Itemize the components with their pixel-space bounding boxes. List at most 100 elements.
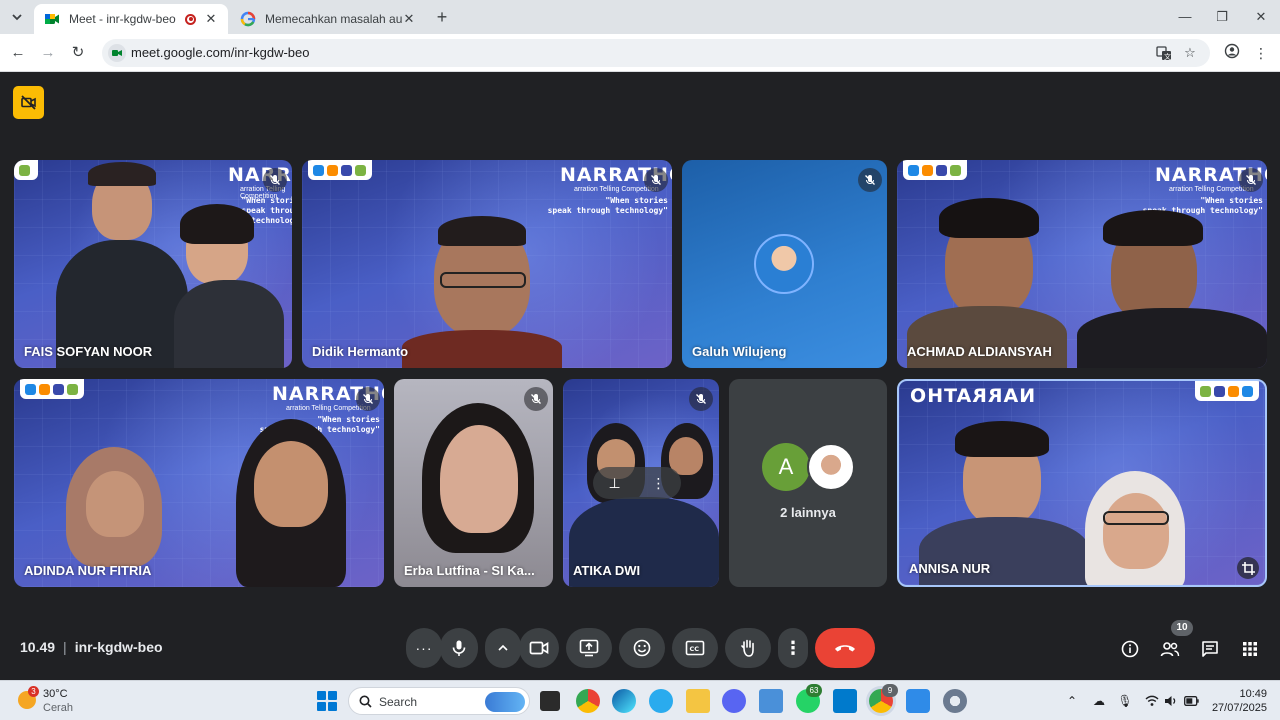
- forward-arrow-icon[interactable]: →: [37, 42, 59, 64]
- new-tab-button[interactable]: +: [432, 6, 452, 28]
- microphone-tray-icon[interactable]: 🎙: [1117, 693, 1133, 709]
- others-tile[interactable]: A 2 lainnya: [729, 379, 887, 587]
- participant-name: FAIS SOFYAN NOOR: [24, 344, 153, 359]
- chevron-down-icon: [12, 14, 22, 21]
- google-icon: [240, 11, 256, 27]
- maximize-icon[interactable]: ❐: [1207, 6, 1237, 28]
- tab-audio-help[interactable]: Memecahkan masalah audio d ✕: [230, 4, 426, 34]
- close-tab-icon[interactable]: ✕: [204, 11, 218, 27]
- chrome-profile-badge: 9: [882, 684, 898, 697]
- avatar: [807, 443, 855, 491]
- chrome-icon[interactable]: [576, 689, 600, 713]
- camera-off-badge[interactable]: [13, 86, 44, 119]
- clock-date[interactable]: 27/07/2025: [1205, 702, 1267, 714]
- close-tab-icon[interactable]: ✕: [402, 11, 416, 27]
- people-button[interactable]: [1158, 637, 1182, 661]
- participant-name: Galuh Wilujeng: [692, 344, 787, 359]
- participant-tile-atika[interactable]: ⊥ ⋮ ATIKA DWI: [563, 379, 719, 587]
- reactions-button[interactable]: [619, 628, 665, 668]
- translate-icon[interactable]: 文: [1156, 45, 1172, 61]
- video-camera-icon: [529, 641, 549, 655]
- clock-time[interactable]: 10:49: [1237, 688, 1267, 700]
- more-options-button[interactable]: ⋮: [778, 628, 808, 668]
- muted-mic-icon: [689, 387, 713, 411]
- site-info-icon[interactable]: [108, 44, 126, 62]
- camera-options-button[interactable]: [485, 628, 521, 668]
- browser-menu-icon[interactable]: ⋮: [1251, 43, 1271, 63]
- minimize-icon[interactable]: —: [1170, 6, 1200, 28]
- sponsor-logos: [903, 160, 967, 180]
- discord-icon[interactable]: [722, 689, 746, 713]
- tab-search-menu-button[interactable]: [6, 6, 28, 28]
- participant-tile-galuh[interactable]: Galuh Wilujeng: [682, 160, 887, 368]
- microphone-button[interactable]: [440, 628, 478, 668]
- participant-video: [939, 198, 1039, 238]
- profile-icon[interactable]: [1222, 43, 1242, 63]
- svg-text:CC: CC: [690, 645, 700, 653]
- avatar: A: [762, 443, 810, 491]
- muted-mic-icon: [263, 168, 287, 192]
- captions-button[interactable]: CC: [672, 628, 718, 668]
- participant-video: [919, 517, 1089, 585]
- wifi-icon[interactable]: [1144, 693, 1160, 709]
- present-screen-button[interactable]: [566, 628, 612, 668]
- more-vert-icon: ⋮: [784, 637, 802, 658]
- present-screen-icon: [579, 639, 599, 657]
- settings-gear-icon[interactable]: [943, 689, 967, 713]
- camera-button[interactable]: [519, 628, 559, 668]
- crop-icon[interactable]: [1237, 557, 1259, 579]
- telegram-icon[interactable]: [649, 689, 673, 713]
- participant-tile-achmad[interactable]: NARRATHO arration Telling Competition "W…: [897, 160, 1267, 368]
- people-icon: [1160, 642, 1180, 657]
- svg-text:文: 文: [1164, 52, 1171, 61]
- participant-video: [86, 471, 144, 537]
- cloud-icon[interactable]: ☁: [1091, 693, 1107, 709]
- weather-alert-badge: 3: [28, 686, 39, 697]
- reload-icon[interactable]: ↻: [67, 42, 89, 64]
- pin-icon[interactable]: ⊥: [608, 475, 620, 492]
- participant-video: [180, 204, 254, 244]
- more-options-icon[interactable]: ⋮: [652, 475, 666, 492]
- bookmark-star-icon[interactable]: ☆: [1182, 45, 1198, 61]
- participant-name: ATIKA DWI: [573, 563, 641, 578]
- task-view-icon[interactable]: [538, 689, 562, 713]
- participant-tile-adinda[interactable]: NARRATHO arration Telling Competition "W…: [14, 379, 384, 587]
- edge-icon[interactable]: [612, 689, 636, 713]
- file-explorer-icon[interactable]: [686, 689, 710, 713]
- url-text[interactable]: meet.google.com/inr-kgdw-beo: [131, 45, 309, 60]
- participant-tile-annisa[interactable]: NARRATHO ANNISA NUR: [897, 379, 1267, 587]
- meeting-details-button[interactable]: [1118, 637, 1142, 661]
- address-bar[interactable]: meet.google.com/inr-kgdw-beo 文 ☆: [102, 39, 1210, 67]
- meeting-code: inr-kgdw-beo: [74, 639, 163, 655]
- tab-meet[interactable]: Meet - inr-kgdw-beo ✕: [34, 4, 228, 34]
- browser-toolbar: ← → ↻ meet.google.com/inr-kgdw-beo 文 ☆ ⋮: [0, 34, 1280, 72]
- volume-icon[interactable]: [1163, 693, 1179, 709]
- windows-start-icon[interactable]: [317, 691, 337, 711]
- browser-tab-bar: Meet - inr-kgdw-beo ✕ Memecahkan masalah…: [0, 0, 1280, 34]
- chat-button[interactable]: [1198, 637, 1222, 661]
- back-arrow-icon[interactable]: ←: [7, 42, 29, 64]
- google-meet-icon: [112, 50, 122, 56]
- more-audio-options-button[interactable]: ···: [406, 628, 442, 668]
- muted-mic-icon: [1239, 168, 1263, 192]
- participant-tile-erba[interactable]: Erba Lutfina - SI Ka...: [394, 379, 553, 587]
- activities-button[interactable]: [1238, 637, 1262, 661]
- chevron-up-icon[interactable]: ⌃: [1064, 693, 1080, 709]
- participant-name: ANNISA NUR: [909, 561, 991, 576]
- participant-tile-didik[interactable]: NARRATHO arration Telling Competition "W…: [302, 160, 672, 368]
- participant-count-badge: 10: [1171, 620, 1193, 636]
- avatar-letter: A: [778, 454, 794, 479]
- google-meet-icon: [45, 14, 59, 24]
- participant-tile-fais[interactable]: NARRATHO arration Telling Competition "W…: [14, 160, 292, 368]
- participant-video: [1077, 308, 1267, 368]
- participant-name: Didik Hermanto: [312, 344, 409, 359]
- notepad-icon[interactable]: [759, 689, 783, 713]
- close-window-icon[interactable]: ✕: [1246, 6, 1276, 28]
- leave-call-button[interactable]: [815, 628, 875, 668]
- hang-up-icon: [835, 645, 855, 652]
- battery-icon[interactable]: [1183, 693, 1199, 709]
- raise-hand-button[interactable]: [725, 628, 771, 668]
- photos-icon[interactable]: [906, 689, 930, 713]
- taskbar-search[interactable]: Search: [348, 687, 530, 715]
- vscode-icon[interactable]: [833, 689, 857, 713]
